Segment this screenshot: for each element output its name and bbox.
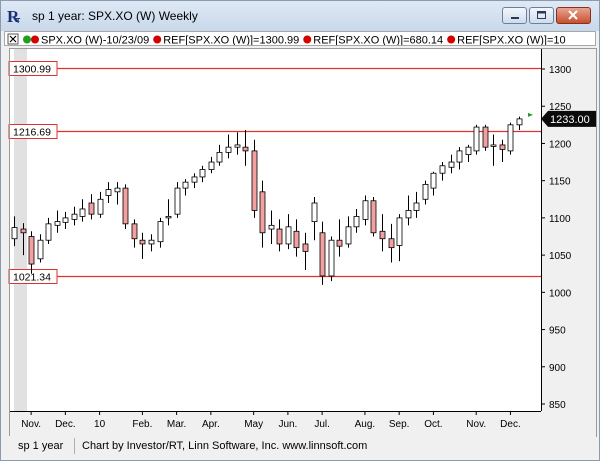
candle-body[interactable] — [174, 187, 181, 215]
y-tick-label: 1000 — [549, 288, 572, 299]
x-tick-label: Jun. — [278, 419, 297, 430]
candle-body[interactable] — [345, 226, 352, 245]
candle-body[interactable] — [122, 187, 129, 225]
x-tick-label: May — [244, 419, 263, 430]
candle-body[interactable] — [199, 169, 206, 178]
candle-body[interactable] — [388, 238, 395, 249]
candle-body[interactable] — [45, 223, 52, 241]
candle-body[interactable] — [465, 146, 472, 156]
candle-body[interactable] — [328, 239, 335, 277]
candle-body[interactable] — [191, 176, 198, 183]
status-bar: sp 1 year Chart by Investor/RT, Linn Sof… — [4, 436, 596, 456]
candle-body[interactable] — [490, 144, 497, 147]
x-tick-label: Nov. — [466, 419, 486, 430]
x-tick-label: Mar. — [167, 419, 186, 430]
candle-body[interactable] — [370, 200, 377, 234]
candle-body[interactable] — [251, 150, 258, 211]
x-tick-label: Sep. — [389, 419, 410, 430]
x-tick-label: Jul. — [314, 419, 330, 430]
candle-body[interactable] — [165, 215, 172, 219]
x-tick-label: Dec. — [55, 419, 76, 430]
reference-label: 1021.34 — [13, 272, 51, 284]
candle-body[interactable] — [396, 217, 403, 246]
status-chart-name: sp 1 year — [18, 440, 64, 452]
candle-body[interactable] — [507, 124, 514, 152]
candle-body[interactable] — [473, 126, 480, 152]
candle-body[interactable] — [499, 144, 506, 150]
candle-body[interactable] — [482, 126, 489, 148]
candle-body[interactable] — [182, 181, 189, 189]
candle-body[interactable] — [131, 223, 138, 240]
candle-body[interactable] — [216, 151, 223, 163]
y-tick-label: 1150 — [549, 177, 571, 188]
y-tick-label: 900 — [549, 363, 566, 374]
candle-body[interactable] — [259, 191, 266, 234]
x-tick-label: Oct. — [424, 419, 442, 430]
candle-body[interactable] — [405, 210, 412, 219]
candle-body[interactable] — [336, 239, 343, 247]
y-tick-label: 1050 — [549, 251, 572, 262]
x-tick-label: Dec. — [500, 419, 521, 430]
candle-body[interactable] — [62, 217, 69, 223]
candle-body[interactable] — [430, 172, 437, 189]
candle-body[interactable] — [276, 228, 283, 245]
candle-body[interactable] — [448, 161, 455, 168]
y-tick-label: 850 — [549, 400, 566, 411]
candle-body[interactable] — [362, 200, 369, 220]
candle-body[interactable] — [439, 165, 446, 174]
candle-body[interactable] — [114, 187, 121, 193]
candle-body[interactable] — [413, 202, 420, 211]
candle-body[interactable] — [97, 198, 104, 215]
candle-body[interactable] — [311, 202, 318, 223]
status-credit: Chart by Investor/RT, Linn Software, Inc… — [82, 440, 368, 452]
candle-body[interactable] — [285, 226, 292, 245]
x-tick-label: Nov. — [21, 419, 41, 430]
candle-body[interactable] — [28, 236, 35, 265]
x-tick-label: Feb. — [132, 419, 152, 430]
candle-body[interactable] — [242, 146, 249, 152]
candle-body[interactable] — [208, 161, 215, 170]
y-tick-label: 1100 — [549, 214, 571, 225]
candle-body[interactable] — [293, 230, 300, 249]
candle-body[interactable] — [105, 189, 112, 196]
candle-body[interactable] — [20, 228, 27, 234]
reference-label: 1300.99 — [13, 64, 51, 76]
plot-area — [9, 48, 541, 411]
candle-body[interactable] — [353, 215, 360, 228]
candle-body[interactable] — [379, 230, 386, 240]
candle-body[interactable] — [148, 239, 155, 245]
chart-window: R T sp 1 year: SPX.XO (W) Weekly SPX.XO … — [0, 0, 600, 461]
x-tick-label: 10 — [94, 419, 106, 430]
last-price-label: 1233.00 — [550, 114, 590, 126]
x-axis-panel — [9, 411, 541, 436]
candle-body[interactable] — [54, 221, 61, 226]
y-tick-label: 1200 — [549, 139, 572, 150]
candle-body[interactable] — [234, 144, 241, 148]
candle-body[interactable] — [139, 239, 146, 245]
candle-body[interactable] — [456, 150, 463, 163]
reference-label: 1216.69 — [13, 127, 51, 139]
candle-body[interactable] — [319, 232, 326, 277]
candle-body[interactable] — [268, 224, 275, 230]
candle-body[interactable] — [11, 227, 18, 240]
candle-body[interactable] — [37, 239, 44, 260]
candle-body[interactable] — [225, 146, 232, 153]
x-tick-label: Aug. — [355, 419, 376, 430]
y-tick-label: 1300 — [549, 65, 572, 76]
candlestick-chart[interactable]: 8509009501000105011001150120012501300Nov… — [1, 1, 599, 460]
candle-body[interactable] — [79, 208, 86, 217]
y-tick-label: 950 — [549, 326, 566, 337]
x-tick-label: Apr. — [202, 419, 220, 430]
candle-body[interactable] — [71, 213, 78, 220]
candle-body[interactable] — [422, 183, 429, 200]
candle-body[interactable] — [157, 221, 164, 243]
candle-body[interactable] — [516, 118, 523, 126]
candle-body[interactable] — [88, 202, 95, 215]
status-separator — [74, 438, 75, 454]
candle-body[interactable] — [302, 243, 309, 252]
